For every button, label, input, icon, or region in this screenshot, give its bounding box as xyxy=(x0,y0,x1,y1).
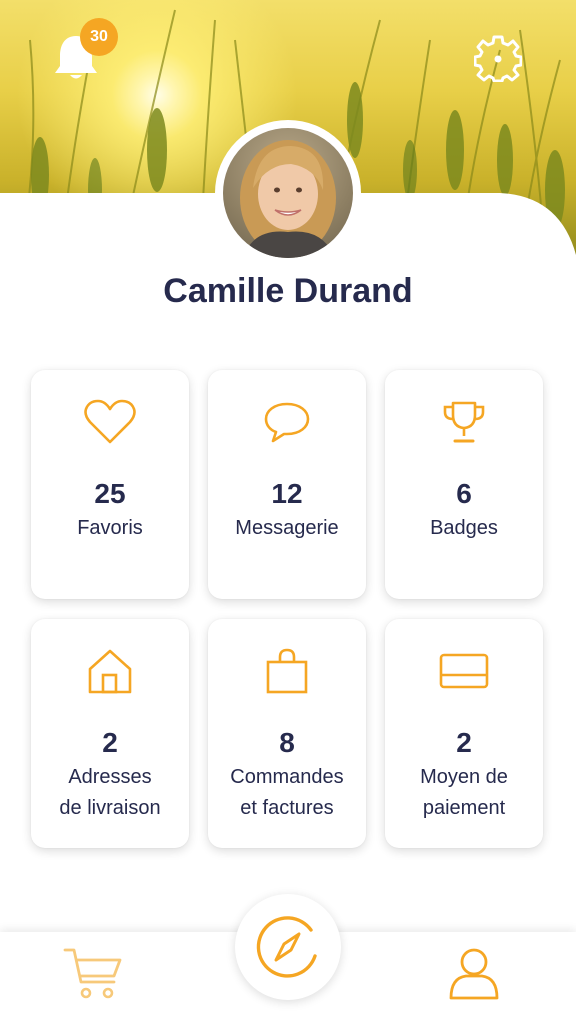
addresses-count: 2 xyxy=(102,727,118,758)
payment-card[interactable]: 2 Moyen de paiement xyxy=(385,619,543,848)
badges-card[interactable]: 6 Badges xyxy=(385,370,543,599)
house-icon xyxy=(88,649,132,694)
orders-count: 8 xyxy=(279,727,295,758)
badges-count: 6 xyxy=(456,478,472,509)
cart-icon[interactable] xyxy=(62,946,124,1002)
user-icon[interactable] xyxy=(448,946,500,1002)
orders-card[interactable]: 8 Commandes et factures xyxy=(208,619,366,848)
profile-photo xyxy=(223,128,353,258)
payment-count: 2 xyxy=(456,727,472,758)
trophy-icon xyxy=(443,401,485,443)
addresses-label: Adresses de livraison xyxy=(59,766,161,819)
favorites-label: Favoris xyxy=(77,517,143,539)
payment-label: Moyen de paiement xyxy=(420,766,508,819)
compass-button[interactable] xyxy=(235,894,341,1000)
compass-icon xyxy=(256,916,317,978)
badges-label: Badges xyxy=(430,517,498,539)
notification-count-badge: 30 xyxy=(80,18,118,56)
messages-count: 12 xyxy=(271,478,303,509)
avatar[interactable] xyxy=(215,120,361,266)
favorites-card[interactable]: 25 Favoris xyxy=(31,370,189,599)
messages-card[interactable]: 12 Messagerie xyxy=(208,370,366,599)
addresses-card[interactable]: 2 Adresses de livraison xyxy=(31,619,189,848)
credit-card-icon xyxy=(439,653,489,689)
heart-icon xyxy=(84,399,136,444)
messages-label: Messagerie xyxy=(235,517,339,539)
gear-icon[interactable] xyxy=(474,34,522,82)
orders-label: Commandes et factures xyxy=(230,766,344,819)
chat-bubble-icon xyxy=(264,402,310,443)
shopping-bag-icon xyxy=(266,648,308,694)
favorites-count: 25 xyxy=(94,478,126,509)
user-name: Camille Durand xyxy=(163,272,413,310)
